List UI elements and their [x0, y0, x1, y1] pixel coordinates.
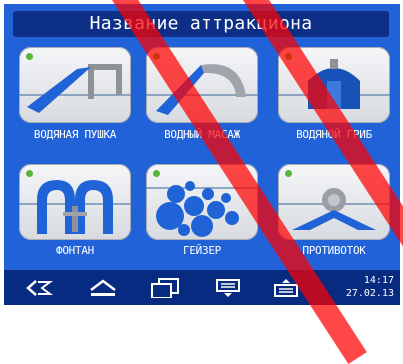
tile-label-water-cannon: ВОДЯНАЯ ПУШКА	[33, 128, 117, 141]
page-title: Название аттракциона	[13, 11, 389, 37]
fountain-icon	[19, 180, 131, 234]
tile-label-geyser: ГЕЙЗЕР	[183, 244, 221, 257]
touch-screen: Название аттракциона ВОДЯНАЯ ПУШКА ФОНТА…	[4, 4, 400, 305]
tile-fountain[interactable]	[19, 164, 131, 240]
clock-date: 27.02.13	[345, 288, 394, 299]
taskbar: 14:17 27.02.13	[4, 270, 400, 305]
clock-time: 14:17	[363, 275, 394, 286]
clock: 14:17 27.02.13	[346, 274, 394, 300]
tile-water-cannon[interactable]	[19, 47, 131, 123]
tile-label-fountain: ФОНТАН	[56, 244, 94, 257]
back-icon[interactable]	[26, 278, 54, 298]
menu-down-icon[interactable]	[216, 278, 240, 298]
water-cannon-icon	[19, 64, 131, 113]
home-icon[interactable]	[88, 278, 118, 298]
recent-apps-icon[interactable]	[150, 278, 180, 298]
